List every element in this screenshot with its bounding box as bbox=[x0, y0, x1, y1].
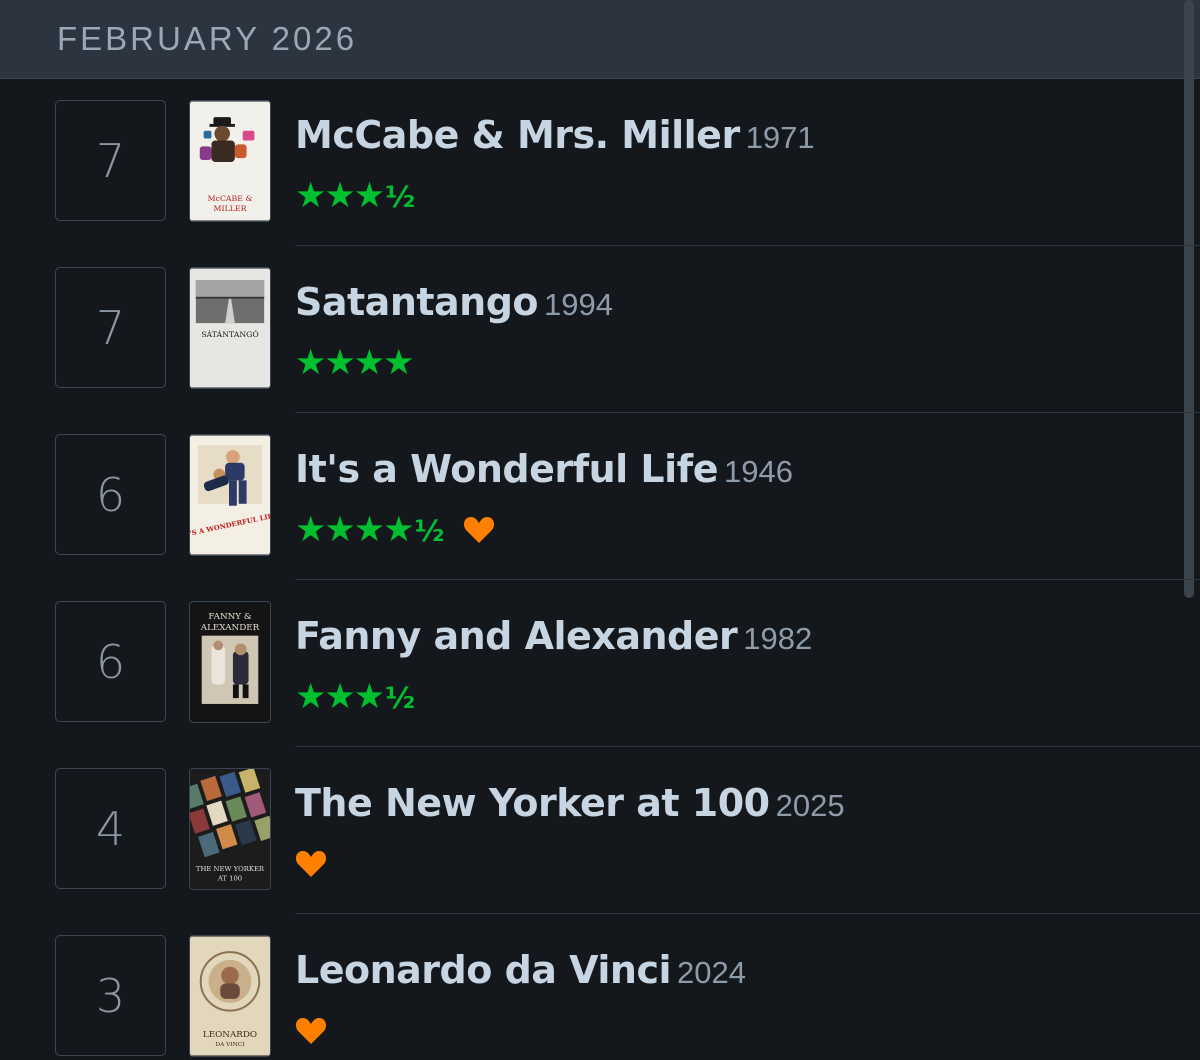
rating-row: ★★★★½ bbox=[295, 509, 495, 550]
film-heading: Leonardo da Vinci 2024 bbox=[295, 948, 746, 992]
film-year[interactable]: 1946 bbox=[724, 454, 793, 489]
film-heading: Fanny and Alexander 1982 bbox=[295, 614, 812, 658]
svg-text:McCABE &: McCABE & bbox=[208, 194, 253, 203]
heart-icon[interactable] bbox=[295, 849, 327, 879]
svg-text:DA VINCI: DA VINCI bbox=[215, 1042, 244, 1048]
leonardo-poster[interactable]: LEONARDO DA VINCI bbox=[189, 935, 271, 1057]
poster-image: SÁTÁNTANGÓ bbox=[190, 268, 270, 388]
poster-image: McCABE & MILLER bbox=[190, 101, 270, 221]
diary-page: FEBRUARY 2026 7 McCABE & MILLER McCabe &… bbox=[0, 0, 1200, 1060]
diary-entry[interactable]: 3 LEONARDO DA VINCI Leonardo da Vinci 202… bbox=[0, 914, 1200, 1060]
film-title[interactable]: McCabe & Mrs. Miller bbox=[295, 113, 740, 157]
star-half: ½ bbox=[385, 680, 415, 715]
stars-full: ★★★★ bbox=[295, 509, 415, 550]
rating-row bbox=[295, 1014, 327, 1048]
day-number[interactable]: 6 bbox=[55, 601, 166, 722]
diary-entry[interactable]: 7 McCABE & MILLER McCabe & Mrs. Miller 19… bbox=[0, 79, 1200, 246]
rating-row: ★★★★ bbox=[295, 342, 415, 383]
star-rating: ★★★★ bbox=[295, 342, 415, 383]
month-header: FEBRUARY 2026 bbox=[0, 0, 1200, 79]
rating-row: ★★★½ bbox=[295, 676, 415, 717]
stars-full: ★★★ bbox=[295, 175, 385, 216]
film-heading: Satantango 1994 bbox=[295, 280, 613, 324]
svg-text:ALEXANDER: ALEXANDER bbox=[200, 623, 260, 633]
stars-full: ★★★ bbox=[295, 676, 385, 717]
day-number[interactable]: 4 bbox=[55, 768, 166, 889]
rating-row bbox=[295, 847, 327, 881]
stars-full: ★★★★ bbox=[295, 342, 415, 383]
film-year[interactable]: 2024 bbox=[677, 955, 746, 990]
film-year[interactable]: 1994 bbox=[544, 287, 613, 322]
svg-text:AT 100: AT 100 bbox=[217, 875, 242, 883]
film-title[interactable]: Satantango bbox=[295, 280, 539, 324]
heart-icon[interactable] bbox=[463, 515, 495, 545]
film-year[interactable]: 2025 bbox=[776, 788, 845, 823]
film-title[interactable]: It's a Wonderful Life bbox=[295, 447, 718, 491]
diary-entry[interactable]: 4 THE NEW YORKER AT 100 The New Yorker a… bbox=[0, 747, 1200, 914]
star-rating: ★★★★½ bbox=[295, 509, 445, 550]
film-year[interactable]: 1982 bbox=[743, 621, 812, 656]
svg-text:MILLER: MILLER bbox=[214, 204, 248, 213]
poster-image: LEONARDO DA VINCI bbox=[190, 936, 270, 1056]
svg-text:SÁTÁNTANGÓ: SÁTÁNTANGÓ bbox=[201, 330, 259, 339]
day-number[interactable]: 7 bbox=[55, 100, 166, 221]
poster-image: IT'S A WONDERFUL LIFE bbox=[190, 435, 270, 555]
new-yorker-poster[interactable]: THE NEW YORKER AT 100 bbox=[189, 768, 271, 890]
satantango-poster[interactable]: SÁTÁNTANGÓ bbox=[189, 267, 271, 389]
diary-entry[interactable]: 6 IT'S A WONDERFUL LIFE It's a Wonderful… bbox=[0, 413, 1200, 580]
star-rating: ★★★½ bbox=[295, 676, 415, 717]
film-year[interactable]: 1971 bbox=[746, 120, 815, 155]
day-number[interactable]: 3 bbox=[55, 935, 166, 1056]
diary-entry[interactable]: 7 SÁTÁNTANGÓ Satantango 1994 ★★★★ bbox=[0, 246, 1200, 413]
film-heading: McCabe & Mrs. Miller 1971 bbox=[295, 113, 815, 157]
star-half: ½ bbox=[414, 513, 445, 548]
star-half: ½ bbox=[385, 179, 415, 214]
svg-text:FANNY &: FANNY & bbox=[208, 612, 252, 622]
fanny-alexander-poster[interactable]: FANNY & ALEXANDER bbox=[189, 601, 271, 723]
star-rating: ★★★½ bbox=[295, 175, 415, 216]
svg-text:THE NEW YORKER: THE NEW YORKER bbox=[196, 865, 265, 873]
svg-text:LEONARDO: LEONARDO bbox=[203, 1030, 257, 1040]
poster-image: THE NEW YORKER AT 100 bbox=[190, 769, 270, 889]
film-title[interactable]: Leonardo da Vinci bbox=[295, 948, 672, 992]
diary-entry[interactable]: 6 FANNY & ALEXANDER Fanny and Alexander 1… bbox=[0, 580, 1200, 747]
rating-row: ★★★½ bbox=[295, 175, 415, 216]
film-heading: The New Yorker at 100 2025 bbox=[295, 781, 845, 825]
day-number[interactable]: 6 bbox=[55, 434, 166, 555]
film-title[interactable]: The New Yorker at 100 bbox=[295, 781, 770, 825]
poster-image: FANNY & ALEXANDER bbox=[190, 602, 270, 722]
film-title[interactable]: Fanny and Alexander bbox=[295, 614, 738, 658]
day-number[interactable]: 7 bbox=[55, 267, 166, 388]
mccabe-poster[interactable]: McCABE & MILLER bbox=[189, 100, 271, 222]
film-heading: It's a Wonderful Life 1946 bbox=[295, 447, 793, 491]
heart-icon[interactable] bbox=[295, 1016, 327, 1046]
month-title: FEBRUARY 2026 bbox=[57, 20, 358, 57]
wonderful-life-poster[interactable]: IT'S A WONDERFUL LIFE bbox=[189, 434, 271, 556]
